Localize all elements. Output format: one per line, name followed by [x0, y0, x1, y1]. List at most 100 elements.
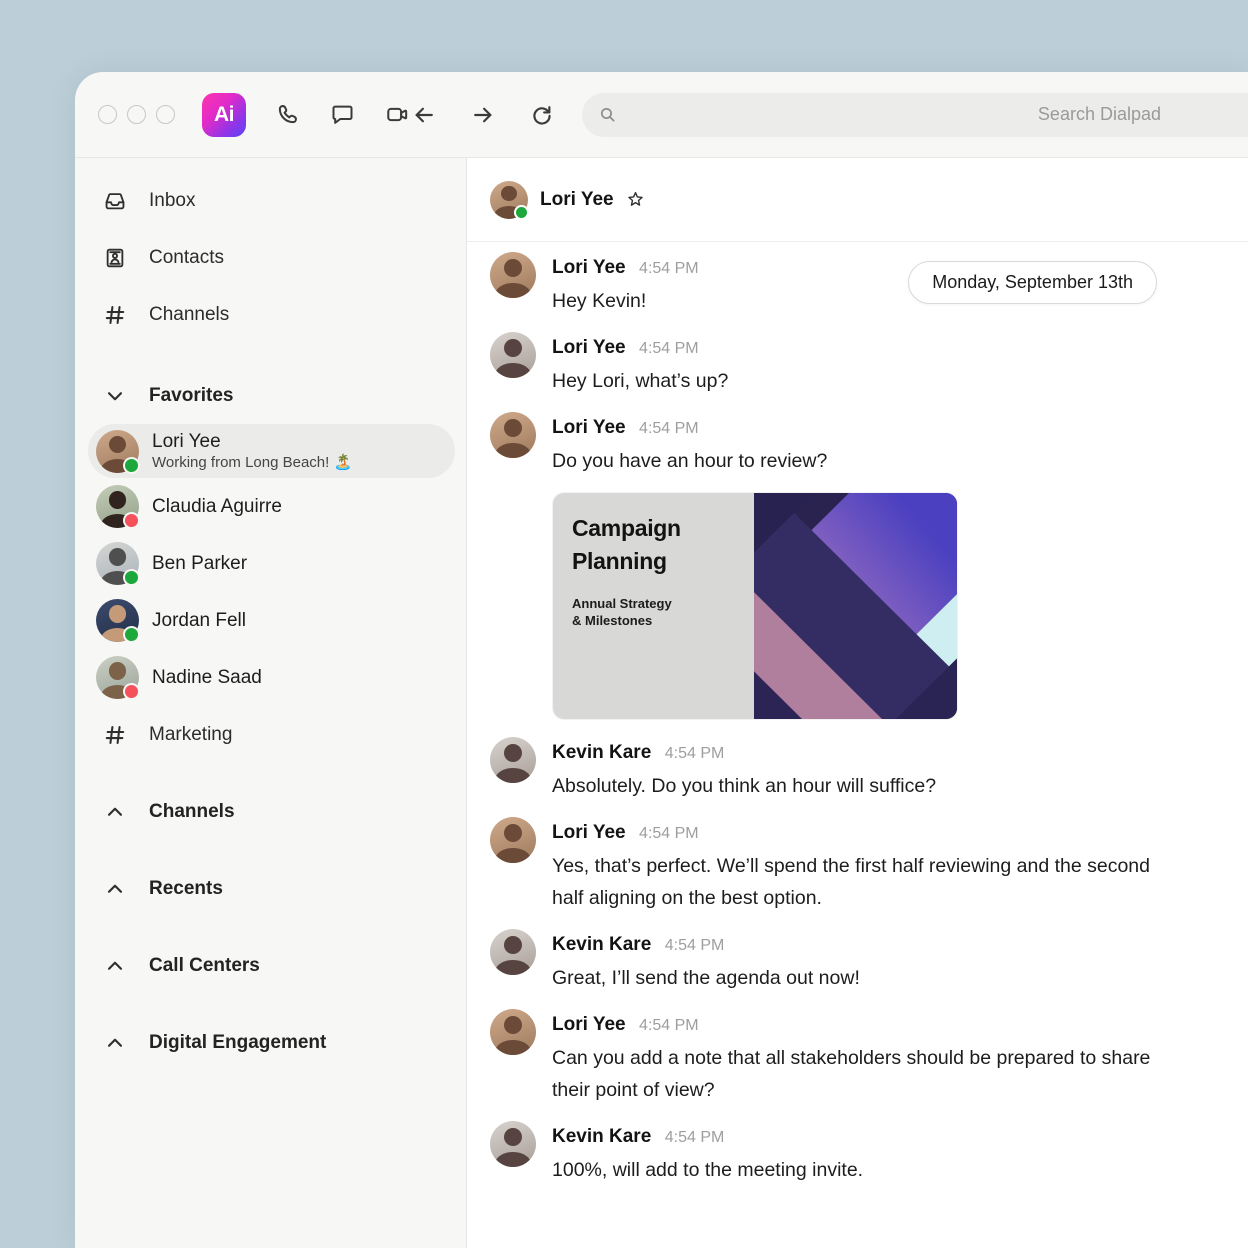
sidebar-contact-nadine-saad[interactable]: Nadine Saad: [75, 649, 466, 706]
search-bar[interactable]: [582, 93, 1248, 137]
message-time: 4:54 PM: [639, 420, 699, 437]
message-sender: Lori Yee: [552, 337, 626, 358]
presence-dot: [123, 457, 140, 474]
window-control-dot[interactable]: [156, 105, 175, 124]
chevron-up-icon: [102, 1030, 128, 1056]
contact-name: Jordan Fell: [152, 609, 246, 632]
window-control-dot[interactable]: [98, 105, 117, 124]
section-label: Call Centers: [149, 955, 260, 977]
sidebar-section-channels[interactable]: Channels: [75, 783, 466, 840]
message-time: 4:54 PM: [639, 340, 699, 357]
window-controls: [98, 105, 175, 124]
sidebar-section-call-centers[interactable]: Call Centers: [75, 937, 466, 994]
window-body: Inbox Contacts Channels Favorites Lori Y…: [75, 158, 1248, 1248]
sidebar-contact-lori-yee[interactable]: Lori Yee Working from Long Beach! 🏝️: [88, 424, 455, 478]
message-text: Hey Lori, what’s up?: [552, 365, 728, 397]
message-text: Can you add a note that all stakeholders…: [552, 1042, 1172, 1106]
message-text: Do you have an hour to review?: [552, 445, 827, 477]
message-text: Yes, that’s perfect. We’ll spend the fir…: [552, 850, 1172, 914]
message-time: 4:54 PM: [639, 825, 699, 842]
search-input[interactable]: [618, 103, 1248, 126]
message: Kevin Kare 4:54 PM Great, I’ll send the …: [490, 929, 1212, 994]
campaign-card-attachment[interactable]: CampaignPlanning Annual Strategy& Milest…: [552, 492, 958, 720]
sidebar-contact-jordan-fell[interactable]: Jordan Fell: [75, 592, 466, 649]
presence-dot: [123, 512, 140, 529]
contact-name: Lori Yee: [152, 430, 352, 453]
sidebar-section-digital-engagement[interactable]: Digital Engagement: [75, 1014, 466, 1071]
chevron-up-icon: [102, 876, 128, 902]
message-text: Absolutely. Do you think an hour will su…: [552, 770, 936, 802]
message-sender: Kevin Kare: [552, 1126, 651, 1147]
reload-icon[interactable]: [529, 102, 555, 128]
star-icon[interactable]: [625, 189, 646, 210]
card-artwork: [754, 493, 957, 719]
sidebar-item-inbox[interactable]: Inbox: [75, 172, 466, 229]
section-label: Channels: [149, 801, 235, 823]
avatar: [490, 817, 536, 863]
message: Lori Yee 4:54 PM Can you add a note that…: [490, 1009, 1212, 1106]
card-title: CampaignPlanning: [572, 512, 754, 578]
window-control-dot[interactable]: [127, 105, 146, 124]
hash-icon: [102, 722, 128, 748]
avatar: [490, 181, 528, 219]
message-time: 4:54 PM: [665, 1129, 725, 1146]
favorites-list: Lori Yee Working from Long Beach! 🏝️ Cla…: [75, 424, 466, 763]
contact-name: Ben Parker: [152, 552, 247, 575]
phone-icon[interactable]: [274, 101, 301, 128]
contact-name: Nadine Saad: [152, 666, 262, 689]
sidebar-item-label: Inbox: [149, 190, 195, 212]
message-text: 100%, will add to the meeting invite.: [552, 1154, 863, 1186]
message-sender: Lori Yee: [552, 822, 626, 843]
presence-dot: [123, 683, 140, 700]
avatar: [96, 656, 139, 699]
chat-title: Lori Yee: [540, 189, 614, 211]
card-subtitle: Annual Strategy& Milestones: [572, 595, 754, 629]
dialpad-ai-logo[interactable]: Ai: [202, 93, 246, 137]
arrow-left-icon[interactable]: [411, 102, 437, 128]
message-sender: Lori Yee: [552, 257, 626, 278]
arrow-right-icon[interactable]: [470, 102, 496, 128]
message-time: 4:54 PM: [639, 260, 699, 277]
avatar: [490, 252, 536, 298]
chevron-up-icon: [102, 953, 128, 979]
avatar: [490, 929, 536, 975]
logo-text: Ai: [214, 103, 234, 127]
sidebar-item-marketing[interactable]: Marketing: [75, 706, 466, 763]
section-label: Recents: [149, 878, 223, 900]
chevron-down-icon: [102, 383, 128, 409]
message: Lori Yee 4:54 PM Do you have an hour to …: [490, 412, 1212, 477]
video-camera-icon[interactable]: [384, 101, 411, 128]
avatar: [96, 542, 139, 585]
sidebar-section-favorites[interactable]: Favorites: [75, 367, 466, 424]
message-sender: Lori Yee: [552, 417, 626, 438]
avatar: [490, 332, 536, 378]
chat-bubble-icon[interactable]: [329, 101, 356, 128]
sidebar-item-channels[interactable]: Channels: [75, 286, 466, 343]
sidebar-contact-ben-parker[interactable]: Ben Parker: [75, 535, 466, 592]
sidebar-nav: Inbox Contacts Channels: [75, 172, 466, 343]
sidebar-item-label: Marketing: [149, 724, 232, 746]
sidebar-item-label: Contacts: [149, 247, 224, 269]
sidebar-item-label: Channels: [149, 304, 229, 326]
message-time: 4:54 PM: [665, 937, 725, 954]
chat-header: Lori Yee: [467, 158, 1248, 242]
avatar: [96, 599, 139, 642]
message-sender: Lori Yee: [552, 1014, 626, 1035]
presence-dot: [123, 569, 140, 586]
inbox-icon: [102, 188, 128, 214]
message-time: 4:54 PM: [665, 745, 725, 762]
section-label: Favorites: [149, 385, 233, 407]
avatar: [490, 1121, 536, 1167]
card-text-panel: CampaignPlanning Annual Strategy& Milest…: [553, 493, 754, 719]
message-time: 4:54 PM: [639, 1017, 699, 1034]
avatar: [490, 1009, 536, 1055]
collapsed-sections: Channels Recents Call Centers Digital En…: [75, 783, 466, 1071]
avatar: [96, 485, 139, 528]
contacts-icon: [102, 245, 128, 271]
message-text: Hey Kevin!: [552, 285, 699, 317]
attachment-row: CampaignPlanning Annual Strategy& Milest…: [552, 492, 1212, 720]
sidebar-item-contacts[interactable]: Contacts: [75, 229, 466, 286]
sidebar-section-recents[interactable]: Recents: [75, 860, 466, 917]
message: Lori Yee 4:54 PM Hey Lori, what’s up?: [490, 332, 1212, 397]
sidebar-contact-claudia-aguirre[interactable]: Claudia Aguirre: [75, 478, 466, 535]
